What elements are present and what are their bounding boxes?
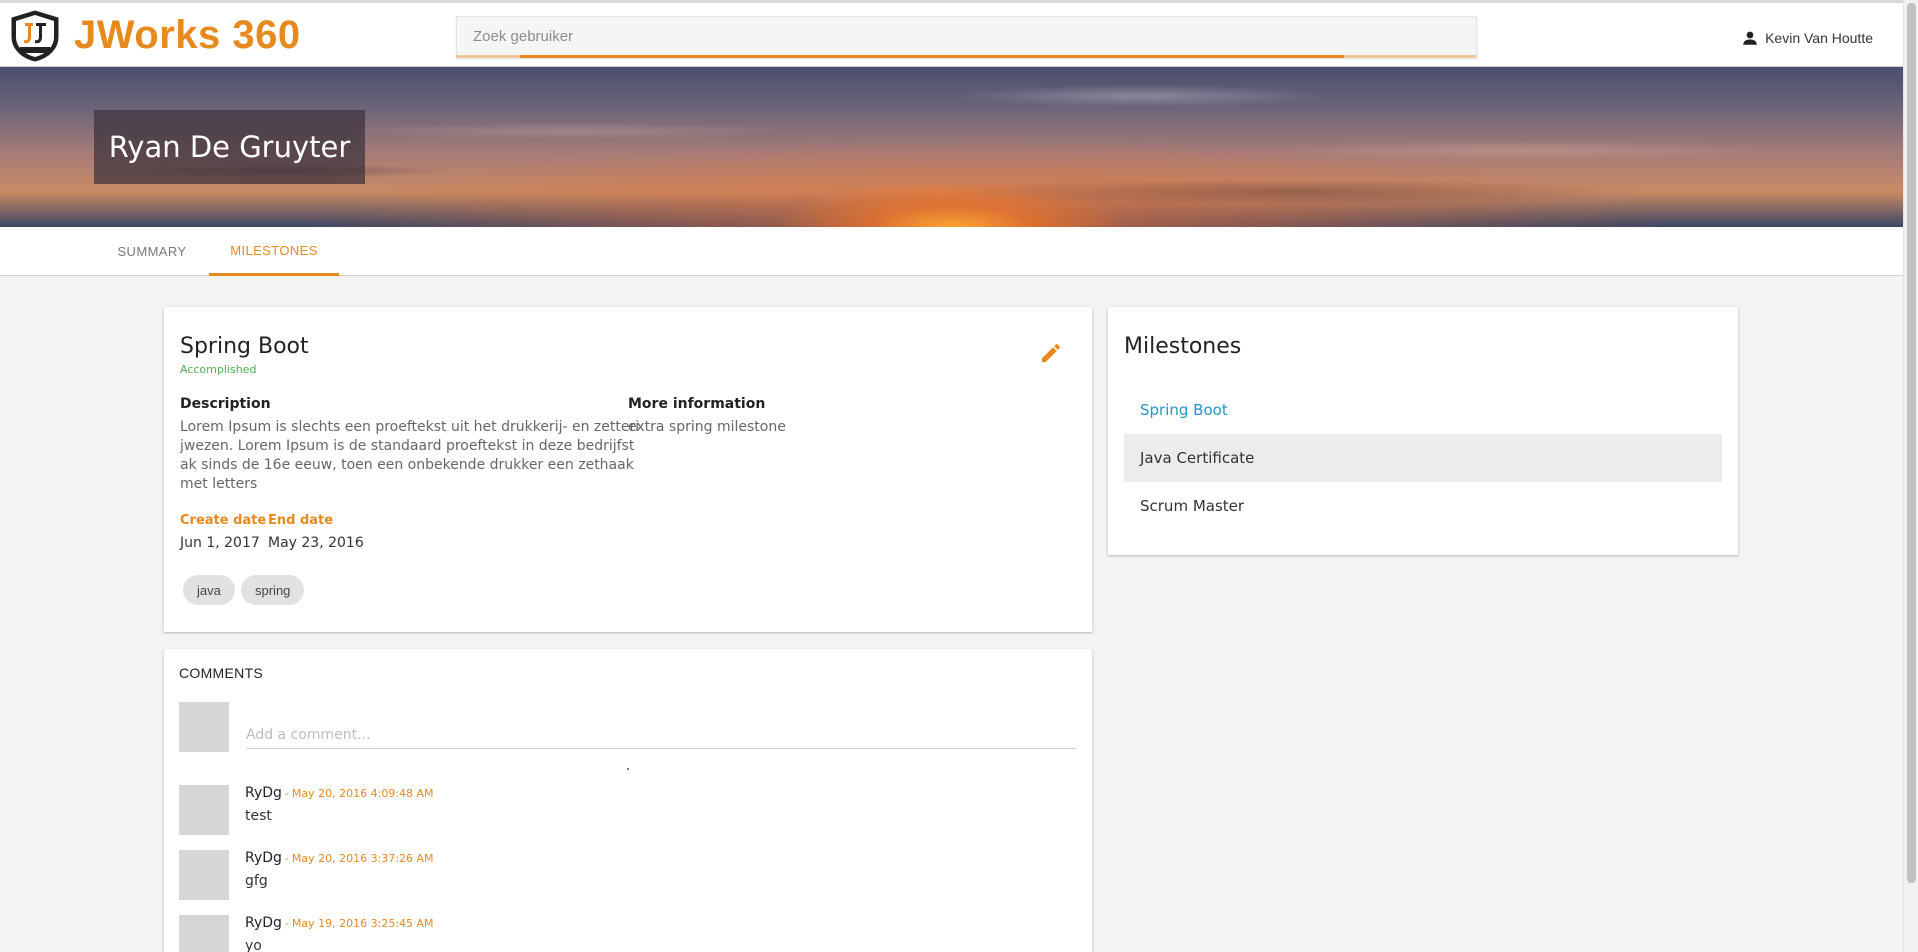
milestone-item-scrum-master[interactable]: Scrum Master [1124,482,1722,530]
search-progress-bar [520,55,1344,58]
jworks-shield-logo-icon[interactable] [8,9,62,63]
comment-avatar [179,850,229,900]
more-info-label: More information [628,396,766,412]
create-date-value: Jun 1, 2017 [180,535,260,551]
milestone-detail-card: Spring Boot Accomplished Description Lor… [164,307,1092,632]
comment-time: May 20, 2016 4:09:48 AM [291,787,434,800]
top-bar: JWorks 360 Kevin Van Houtte [0,0,1903,67]
description-text: Lorem Ipsum is slechts een proeftekst ui… [180,419,640,492]
comment-text: test [245,808,272,824]
profile-banner: Ryan De Gruyter [0,67,1903,227]
comment-author: RyDg [245,850,282,866]
milestone-status: Accomplished [180,363,257,376]
tag-chip-java[interactable]: java [183,575,235,605]
profile-tabs: SUMMARY MILESTONES [0,227,1903,276]
comments-title: COMMENTS [179,665,264,681]
comment-avatar [179,915,229,952]
tab-summary[interactable]: SUMMARY [104,227,200,276]
milestone-item-spring-boot[interactable]: Spring Boot [1124,386,1722,434]
comments-card: COMMENTS RyDg-May 20, 2016 4:09:48 AM te… [164,649,1092,952]
comment-author: RyDg [245,915,282,931]
milestone-item-java-certificate[interactable]: Java Certificate [1124,434,1722,482]
comment-avatar [179,785,229,835]
current-user-menu[interactable]: Kevin Van Houtte [1741,29,1873,47]
user-name: Kevin Van Houtte [1765,30,1873,46]
comment-text: yo [245,938,262,952]
current-user-avatar [179,702,229,752]
comment-author-line: RyDg - May 20, 2016 4:09:48 AM [245,785,434,801]
person-icon [1743,31,1757,45]
loading-indicator [627,768,629,770]
add-comment-input[interactable] [246,721,1076,749]
comment-time: May 20, 2016 3:37:26 AM [291,852,434,865]
tag-chip-spring[interactable]: spring [241,575,305,605]
page-scrollbar[interactable] [1903,0,1918,952]
brand-title[interactable]: JWorks 360 [74,13,301,58]
user-search-input[interactable] [457,17,1476,55]
comment-author-line: RyDg - May 19, 2016 3:25:45 AM [245,915,434,931]
milestones-list-title: Milestones [1124,334,1242,359]
comment-text: gfg [245,873,268,889]
profile-name: Ryan De Gruyter [94,110,365,184]
user-search-box[interactable] [456,16,1477,58]
edit-pencil-icon[interactable] [1039,341,1063,365]
comment-time: May 19, 2016 3:25:45 AM [291,917,434,930]
scrollbar-thumb[interactable] [1907,3,1916,883]
end-date-value: May 23, 2016 [268,535,364,551]
milestone-title: Spring Boot [180,334,309,359]
more-info-text: extra spring milestone [628,419,786,435]
description-label: Description [180,396,271,412]
tab-milestones[interactable]: MILESTONES [209,227,339,276]
comment-author: RyDg [245,785,282,801]
end-date-label: End date [268,513,334,528]
create-date-label: Create date [180,513,267,528]
milestones-list-card: Milestones Spring Boot Java Certificate … [1108,307,1738,555]
comment-author-line: RyDg - May 20, 2016 3:37:26 AM [245,850,434,866]
